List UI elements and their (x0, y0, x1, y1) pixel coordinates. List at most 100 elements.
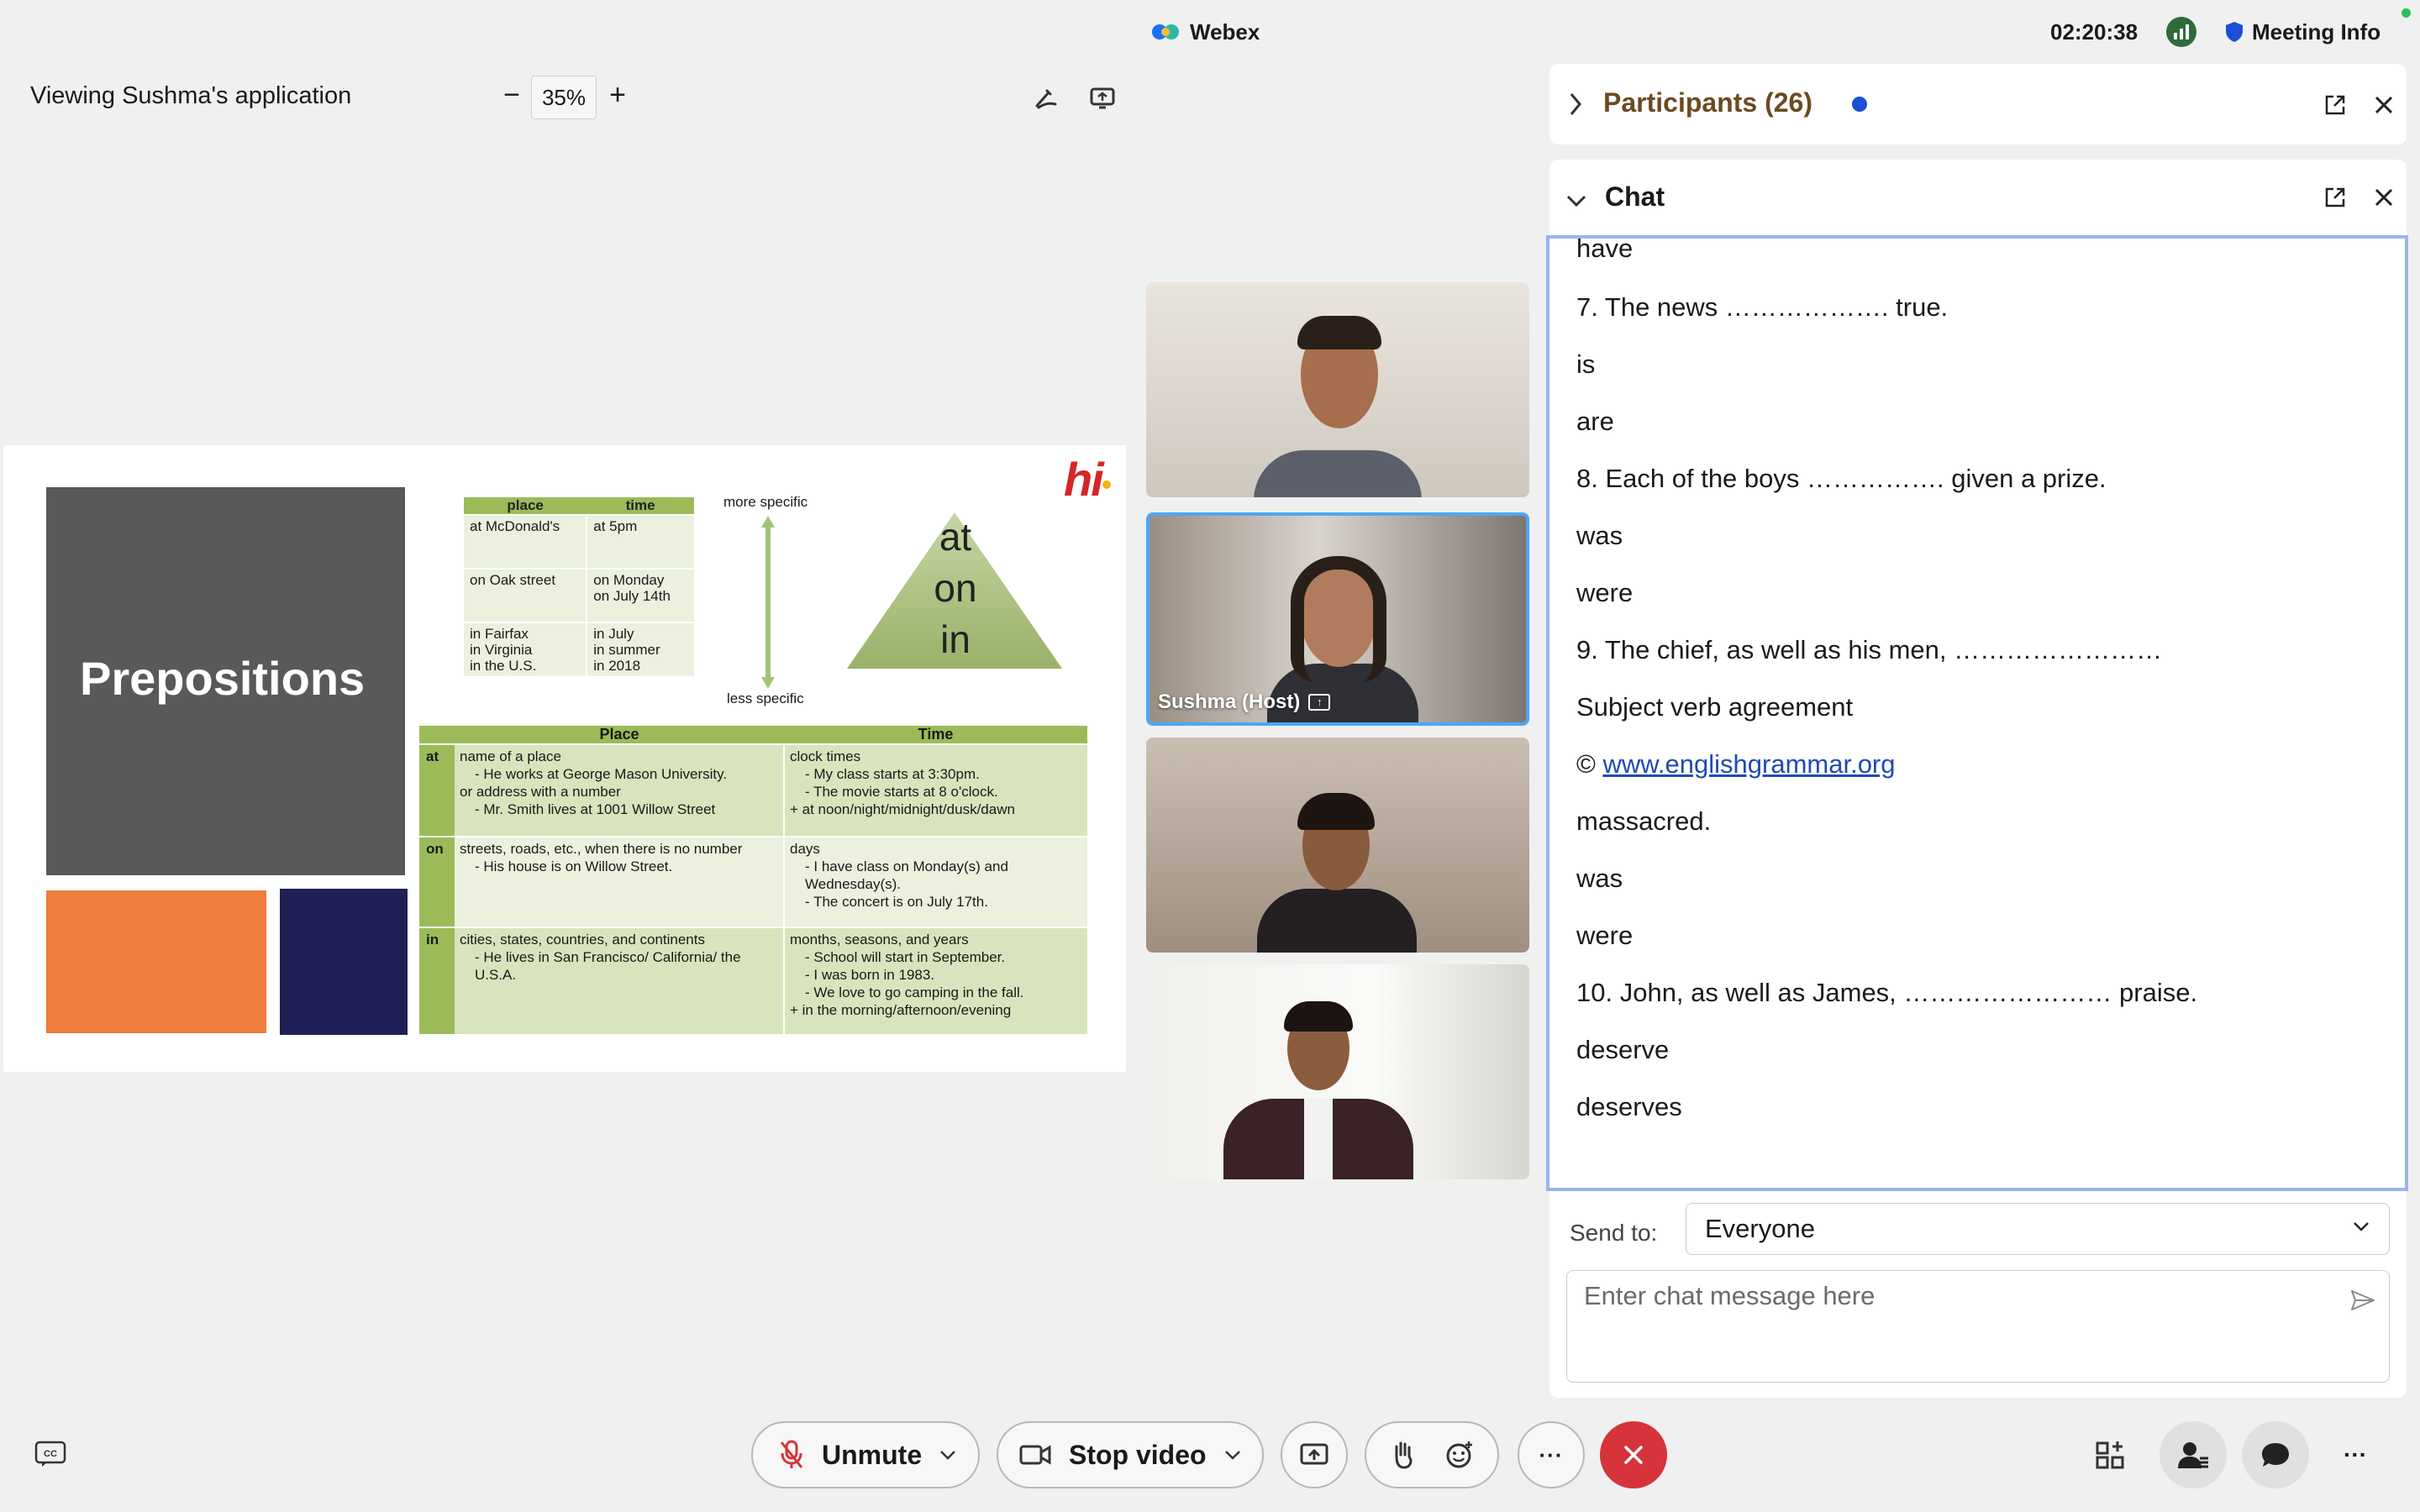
table-row: on streets, roads, etc., when there is n… (419, 836, 1087, 927)
chevron-right-icon[interactable] (1566, 91, 1585, 118)
specificity-arrow (765, 525, 771, 680)
video-icon (1019, 1445, 1051, 1465)
meeting-info-button[interactable]: Meeting Info (2225, 15, 2381, 49)
reactions-group[interactable] (1365, 1421, 1499, 1488)
more-icon: ··· (1539, 1441, 1564, 1467)
place-time-table: place time at McDonald's at 5pm on Oak s… (464, 497, 694, 676)
captions-icon[interactable]: CC (34, 1440, 67, 1468)
table-cell: on Oak street (464, 568, 587, 622)
table-row: at McDonald's at 5pm (464, 514, 694, 569)
participant-hair (1297, 316, 1381, 349)
table-row: at name of a place - He works at George … (419, 743, 1087, 837)
cell-line: U.S.A. (475, 967, 517, 983)
zoom-out-button[interactable]: − (499, 81, 524, 111)
close-icon[interactable] (2373, 186, 2395, 208)
cell-line: - My class starts at 3:30pm. (805, 766, 980, 782)
chevron-down-icon[interactable] (939, 1446, 957, 1464)
unmute-label: Unmute (822, 1439, 923, 1470)
send-to-value: Everyone (1705, 1214, 1815, 1243)
chat-link[interactable]: www.englishgrammar.org (1602, 749, 1895, 779)
app-title: Webex (1151, 15, 1260, 49)
shared-slide[interactable]: Prepositions hi place time at McDonald's… (3, 445, 1126, 1072)
chat-message: 9. The chief, as well as his men, ………………… (1576, 635, 2163, 664)
table-cell: in July in summer in 2018 (586, 622, 694, 676)
table-cell: in Fairfax in Virginia in the U.S. (464, 622, 587, 676)
cell-line: name of a place (460, 748, 561, 764)
video-tile[interactable] (1146, 282, 1529, 497)
cell-line: - School will start in September. (805, 949, 1006, 965)
chat-title: Chat (1605, 181, 1665, 212)
time-cell: clock times - My class starts at 3:30pm.… (783, 743, 1087, 837)
pyramid-word: in (940, 617, 971, 661)
annotate-icon[interactable] (1032, 82, 1062, 113)
chat-message: deserve (1576, 1035, 1670, 1064)
notification-dot (1852, 97, 1867, 112)
stop-video-button[interactable]: Stop video (997, 1421, 1264, 1488)
raise-hand-icon[interactable] (1390, 1440, 1415, 1470)
place-cell: name of a place - He works at George Mas… (455, 743, 784, 837)
meeting-timer: 02:20:38 (2050, 19, 2139, 45)
close-icon[interactable] (2373, 94, 2395, 116)
table-header: Time (784, 726, 1087, 744)
popout-icon[interactable] (2324, 94, 2346, 116)
table-cell: at McDonald's (464, 514, 587, 569)
chevron-down-icon[interactable] (1223, 1446, 1242, 1464)
popout-icon[interactable] (2324, 186, 2346, 208)
cell-line: months, seasons, and years (790, 932, 969, 948)
chat-button[interactable] (2242, 1421, 2309, 1488)
sharing-icon: ↑ (1308, 694, 1331, 711)
zoom-in-button[interactable]: + (605, 81, 630, 111)
table-header: time (587, 497, 694, 515)
chat-icon (2262, 1443, 2289, 1467)
zoom-level[interactable]: 35% (531, 76, 597, 119)
table-row: in cities, states, countries, and contin… (419, 927, 1087, 1034)
video-tile[interactable] (1146, 964, 1529, 1179)
more-options-button[interactable]: ··· (1518, 1421, 1585, 1488)
participants-title[interactable]: Participants (26) (1603, 87, 1812, 118)
cell-line: + in the morning/afternoon/evening (790, 1002, 1012, 1018)
chat-message: 8. Each of the boys ……………. given a prize… (1576, 464, 2107, 493)
orange-block (46, 890, 266, 1033)
chat-message: 10. John, as well as James, …………………… pra… (1576, 978, 2198, 1007)
unmute-button[interactable]: Unmute (751, 1421, 980, 1488)
chat-message: were (1576, 921, 1634, 950)
table-header: place (464, 497, 587, 515)
table-row: in Fairfax in Virginia in the U.S. in Ju… (464, 622, 694, 676)
participant-figure (1254, 450, 1422, 497)
chat-message: was (1576, 864, 1623, 893)
send-to-select[interactable]: Everyone (1686, 1203, 2390, 1255)
cell-line: + at noon/night/midnight/dusk/dawn (790, 801, 1015, 817)
video-tile-active-speaker[interactable]: Sushma (Host) ↑ (1146, 512, 1529, 726)
row-label: on (419, 836, 455, 927)
chat-input-placeholder: Enter chat message here (1584, 1281, 1876, 1310)
cell-line: - We love to go camping in the fall. (805, 984, 1024, 1000)
reactions-icon[interactable] (1444, 1440, 1475, 1470)
leave-button[interactable] (1600, 1421, 1667, 1488)
fit-window-icon[interactable] (1087, 82, 1118, 113)
viewing-label: Viewing Sushma's application (30, 82, 352, 109)
slide-title: Prepositions (80, 652, 366, 705)
status-dot (2402, 8, 2411, 18)
chat-message-with-link: © www.englishgrammar.org (1576, 748, 1896, 781)
chat-message-list[interactable]: have 7. The news ………………. true. is are 8.… (1546, 235, 2408, 1191)
send-icon[interactable] (2349, 1286, 2377, 1315)
more-icon[interactable]: ··· (2343, 1438, 2368, 1472)
participants-button[interactable] (2160, 1421, 2227, 1488)
share-button[interactable] (1281, 1421, 1348, 1488)
table-header: Place (455, 726, 784, 744)
table-header-blank (419, 726, 455, 744)
participants-panel[interactable]: Participants (26) (1549, 64, 2407, 144)
time-cell: months, seasons, and years - School will… (783, 927, 1087, 1034)
participants-icon (2178, 1442, 2208, 1468)
participant-name: Sushma (Host) (1158, 690, 1301, 713)
chat-input[interactable]: Enter chat message here (1566, 1270, 2390, 1383)
signal-icon[interactable] (2166, 17, 2196, 47)
participant-hair (1297, 793, 1375, 830)
place-cell: cities, states, countries, and continent… (455, 927, 784, 1034)
svg-text:CC: CC (44, 1449, 57, 1459)
chevron-down-icon[interactable] (1565, 192, 1588, 210)
cell-line: or address with a number (460, 784, 621, 800)
layout-icon[interactable] (2094, 1438, 2128, 1472)
video-tile[interactable] (1146, 738, 1529, 953)
stop-video-label: Stop video (1069, 1439, 1207, 1470)
